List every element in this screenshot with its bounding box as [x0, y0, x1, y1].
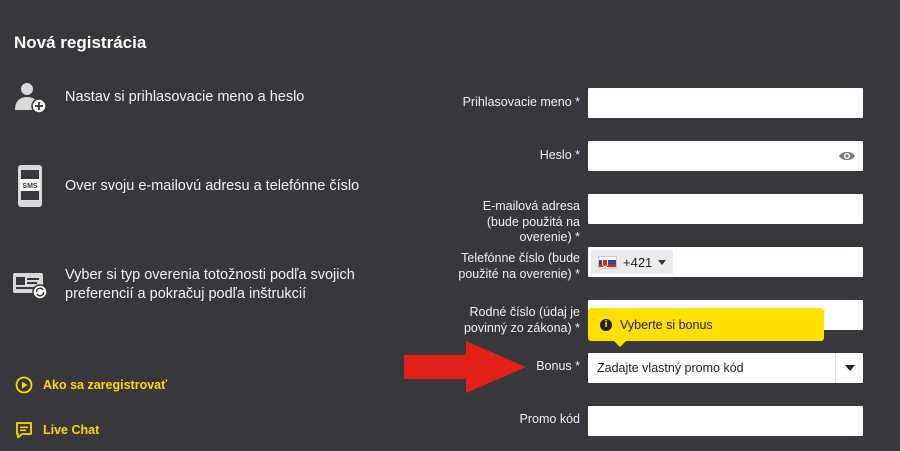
country-code-value: +421	[623, 254, 653, 270]
email-label-line3: overenie) *	[519, 230, 580, 244]
promo-code-input[interactable]	[588, 406, 863, 436]
chat-icon	[14, 420, 34, 440]
step-identity: Vyber si typ overenia totožnosti podľa s…	[12, 266, 355, 304]
svg-text:SMS: SMS	[22, 183, 38, 190]
promo-code-label: Promo kód	[519, 412, 580, 426]
password-label: Heslo *	[539, 148, 580, 162]
bonus-tooltip-text: Vyberte si bonus	[620, 317, 713, 332]
username-label: Prihlasovacie meno *	[462, 95, 580, 109]
email-label-line1: E-mailová adresa	[482, 199, 580, 213]
birth-number-label-line2: povinný zo zákona) *	[463, 320, 580, 335]
phone-label-line1: Telefónne číslo (bude	[461, 251, 580, 265]
email-label: E-mailová adresa (bude použitá na overen…	[440, 199, 580, 246]
bonus-selected-value: Zadajte vlastný promo kód	[597, 361, 744, 375]
play-circle-icon	[14, 375, 34, 395]
sms-phone-icon: SMS	[12, 164, 48, 208]
chevron-down-icon	[658, 259, 667, 265]
bonus-dropdown-toggle[interactable]	[835, 353, 863, 383]
phone-label-line2: použité na overenie) *	[458, 266, 580, 281]
step-identity-line1: Vyber si typ overenia totožnosti podľa s…	[65, 267, 355, 283]
red-arrow-annotation	[404, 341, 528, 398]
phone-label: Telefónne číslo (bude použité na overeni…	[440, 251, 580, 282]
slovakia-flag-icon	[598, 255, 617, 269]
step-verify-contact: SMS Over svoju e-mailovú adresu a telefó…	[12, 164, 359, 208]
user-add-icon	[12, 80, 48, 114]
bonus-select[interactable]: Zadajte vlastný promo kód	[588, 353, 863, 383]
step-identity-line2: preferencií a pokračuj podľa inštrukcií	[65, 286, 307, 302]
info-icon: i	[600, 318, 612, 331]
how-to-register-label: Ako sa zaregistrovať	[43, 378, 168, 392]
email-label-line2: (bude použitá na	[486, 214, 580, 229]
eye-icon[interactable]	[838, 149, 856, 168]
live-chat-link[interactable]: Live Chat	[14, 420, 99, 440]
birth-number-label: Rodné číslo (údaj je povinný zo zákona) …	[440, 305, 580, 336]
step-verify-contact-text: Over svoju e-mailovú adresu a telefónne …	[65, 177, 360, 194]
live-chat-label: Live Chat	[43, 423, 100, 437]
id-card-icon	[12, 270, 48, 300]
page-title: Nová registrácia	[14, 33, 147, 52]
chevron-down-icon	[844, 365, 855, 371]
country-code-select[interactable]: +421	[591, 250, 673, 274]
how-to-register-link[interactable]: Ako sa zaregistrovať	[14, 375, 167, 395]
bonus-tooltip: i Vyberte si bonus	[588, 308, 824, 347]
birth-number-label-line1: Rodné číslo (údaj je	[469, 305, 580, 319]
tooltip-tail	[614, 341, 626, 347]
step-identity-text: Vyber si typ overenia totožnosti podľa s…	[65, 266, 355, 304]
password-input[interactable]	[588, 141, 863, 171]
username-input[interactable]	[588, 88, 863, 118]
step-credentials: Nastav si prihlasovacie meno a heslo	[12, 80, 304, 114]
step-credentials-text: Nastav si prihlasovacie meno a heslo	[65, 88, 305, 105]
phone-input[interactable]: +421	[588, 247, 863, 277]
email-input[interactable]	[588, 194, 863, 224]
